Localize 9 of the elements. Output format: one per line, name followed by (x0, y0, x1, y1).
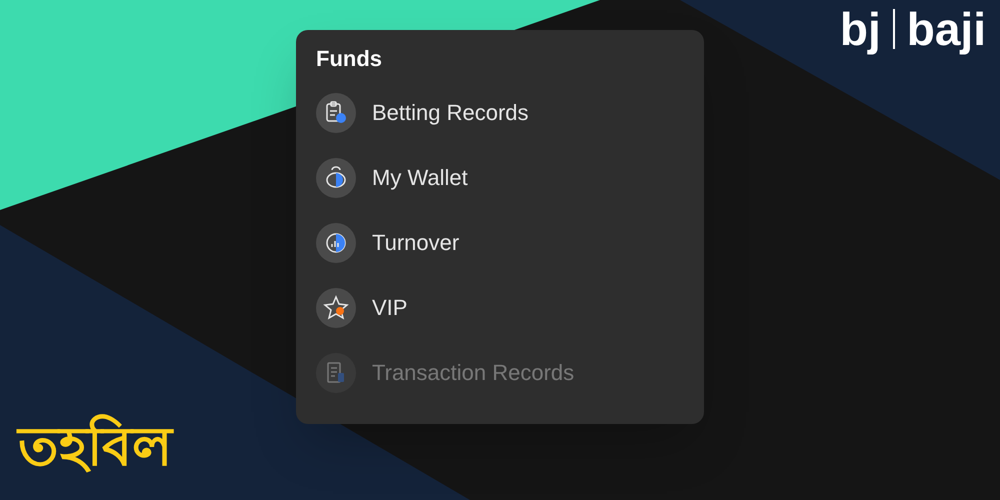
menu-title: Funds (316, 48, 383, 70)
menu-item[interactable]: Betting Records (316, 80, 684, 145)
star-icon (323, 294, 349, 320)
page-heading: তহবিল (18, 410, 172, 486)
menu-item[interactable]: Turnover (316, 210, 684, 275)
menu-item[interactable]: VIP (316, 275, 684, 340)
menu-item[interactable]: My Wallet (316, 145, 684, 210)
logo-mark: bj (840, 6, 881, 52)
logo-wordmark: baji (906, 6, 986, 52)
